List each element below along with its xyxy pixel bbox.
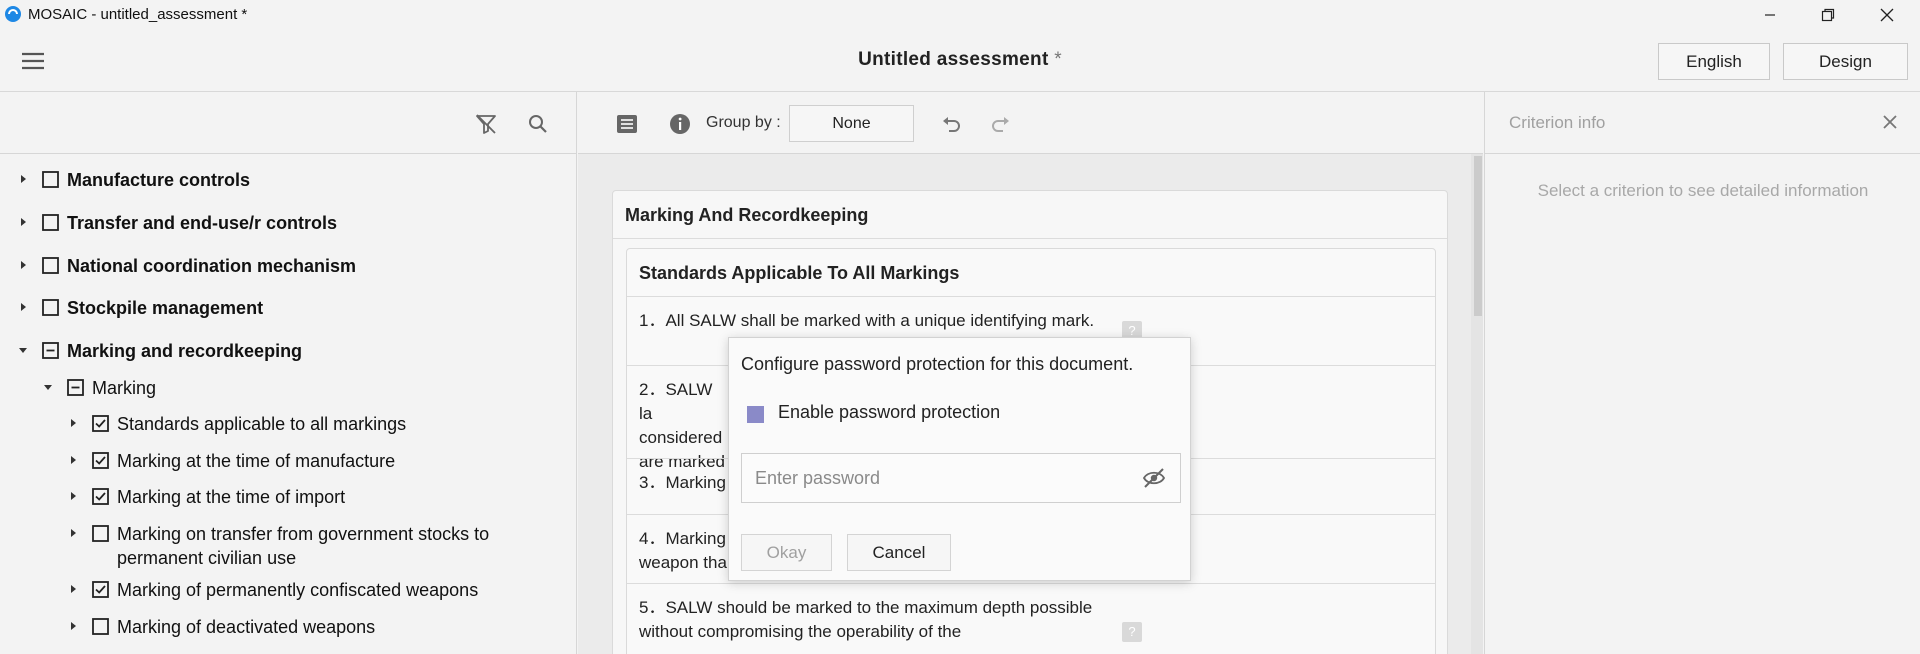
restore-icon (1821, 8, 1835, 22)
undo-icon[interactable] (939, 112, 963, 136)
close-icon[interactable] (1880, 112, 1900, 132)
tree-checkbox[interactable] (42, 342, 59, 359)
tree-item[interactable]: Marking and recordkeeping (0, 339, 577, 363)
section-title: Marking And Recordkeeping (625, 205, 869, 225)
dialog-title: Configure password protection for this d… (741, 354, 1134, 374)
minimize-button[interactable] (1747, 0, 1793, 30)
tree-item-label: Marking at the time of import (117, 487, 346, 507)
tree-item-label: Marking and recordkeeping (67, 341, 303, 361)
caret-right-icon[interactable] (68, 418, 78, 428)
tree-checkbox[interactable] (92, 618, 109, 635)
page-title: Untitled assessment * (0, 49, 1920, 71)
mosaic-logo-icon (5, 6, 21, 22)
caret-right-icon[interactable] (18, 217, 28, 227)
tree-checkbox[interactable] (42, 171, 59, 188)
document-title: Untitled assessment (858, 49, 1049, 70)
unsaved-marker: * (1054, 49, 1062, 70)
eye-off-icon[interactable] (1142, 467, 1166, 489)
search-icon[interactable] (526, 112, 550, 136)
empty-state-message: Select a criterion to see detailed infor… (1537, 181, 1869, 200)
criterion-info-title: Criterion info (1509, 113, 1606, 132)
tree-checkbox[interactable] (92, 452, 109, 469)
close-window-button[interactable] (1864, 0, 1910, 30)
password-input[interactable] (743, 455, 1113, 501)
caret-down-icon[interactable] (43, 382, 53, 392)
criterion-text: 5．SALW should be marked to the maximum d… (639, 598, 1093, 641)
assessment-toolbar: Group by : None (578, 92, 1483, 154)
group-by-select[interactable]: None (789, 105, 914, 142)
tree-checkbox[interactable] (42, 299, 59, 316)
caret-right-icon[interactable] (18, 174, 28, 184)
info-icon[interactable] (668, 112, 692, 136)
tree-item[interactable]: National coordination mechanism (0, 254, 577, 278)
okay-button[interactable]: Okay (741, 534, 832, 571)
criterion-row[interactable]: 5．SALW should be marked to the maximum d… (627, 583, 1435, 654)
tree-checkbox[interactable] (92, 415, 109, 432)
caret-down-icon[interactable] (18, 345, 28, 355)
tree-checkbox[interactable] (92, 488, 109, 505)
tree-item[interactable]: Stockpile management (0, 296, 577, 320)
tree-toolbar (0, 92, 577, 154)
tree-item-label: Manufacture controls (67, 170, 251, 190)
tree-item-label: Transfer and end-use/r controls (67, 213, 338, 233)
clear-filter-icon[interactable] (474, 112, 498, 136)
criterion-info-header: Criterion info (1485, 92, 1920, 154)
tree-item-label: National coordination mechanism (67, 256, 357, 276)
caret-right-icon[interactable] (68, 621, 78, 631)
tree-item[interactable]: Transfer and end-use/r controls (0, 211, 577, 235)
os-title-bar: MOSAIC - untitled_assessment * (0, 0, 1920, 30)
caret-right-icon[interactable] (18, 260, 28, 270)
tree-item[interactable]: Marking (0, 376, 577, 400)
tree-item-label: Marking of deactivated weapons (117, 617, 376, 637)
password-field (741, 453, 1181, 503)
minimize-icon (1765, 14, 1775, 16)
caret-right-icon[interactable] (18, 302, 28, 312)
caret-right-icon[interactable] (68, 491, 78, 501)
tree-item[interactable]: Marking at the time of manufacture (0, 449, 577, 473)
window-title: MOSAIC - untitled_assessment * (28, 6, 248, 23)
tree-item-label: Marking on transfer from government stoc… (117, 524, 490, 568)
caret-right-icon[interactable] (68, 455, 78, 465)
divider (613, 238, 1447, 239)
criteria-tree: Manufacture controls Transfer and end-use… (0, 154, 577, 654)
list-view-icon[interactable] (615, 112, 639, 136)
criterion-text: 1．All SALW shall be marked with a unique… (639, 311, 1095, 330)
tree-item[interactable]: Standards applicable to all markings (0, 412, 577, 436)
tree-item[interactable]: Marking of deactivated weapons (0, 615, 577, 639)
enable-password-label[interactable]: Enable password protection (778, 402, 1000, 423)
tree-checkbox[interactable] (42, 257, 59, 274)
enable-password-checkbox[interactable] (747, 406, 764, 423)
app-header: Untitled assessment * English Design (0, 30, 1920, 92)
redo-icon[interactable] (989, 112, 1013, 136)
password-dialog: Configure password protection for this d… (728, 337, 1191, 581)
group-by-label: Group by : (706, 114, 781, 131)
tree-item[interactable]: Marking of permanently confiscated weapo… (0, 578, 577, 602)
tree-item-label: Marking (92, 378, 157, 398)
criterion-info-panel: Criterion info Select a criterion to see… (1484, 92, 1920, 654)
tree-checkbox[interactable] (92, 525, 109, 542)
close-icon (1880, 8, 1894, 22)
tree-item-label: Standards applicable to all markings (117, 414, 407, 434)
tree-checkbox[interactable] (92, 581, 109, 598)
tree-item-label: Marking of permanently confiscated weapo… (117, 580, 479, 600)
tree-item-label: Stockpile management (67, 298, 264, 318)
tree-item[interactable]: Manufacture controls (0, 168, 577, 192)
language-button[interactable]: English (1658, 43, 1770, 80)
criteria-tree-panel: Manufacture controls Transfer and end-use… (0, 92, 577, 654)
help-icon[interactable]: ? (1122, 622, 1142, 642)
criterion-text: 4．Marking weapon tha (639, 529, 727, 572)
caret-right-icon[interactable] (68, 584, 78, 594)
tree-item-label: Marking at the time of manufacture (117, 451, 396, 471)
restore-button[interactable] (1805, 0, 1851, 30)
tree-checkbox[interactable] (67, 379, 84, 396)
tree-checkbox[interactable] (42, 214, 59, 231)
subsection-title: Standards Applicable To All Markings (639, 263, 960, 283)
scrollbar-thumb[interactable] (1474, 156, 1482, 316)
design-button[interactable]: Design (1783, 43, 1908, 80)
tree-item[interactable]: Marking on transfer from government stoc… (0, 522, 577, 568)
tree-item[interactable]: Marking at the time of import (0, 485, 577, 509)
caret-right-icon[interactable] (68, 528, 78, 538)
cancel-button[interactable]: Cancel (847, 534, 951, 571)
